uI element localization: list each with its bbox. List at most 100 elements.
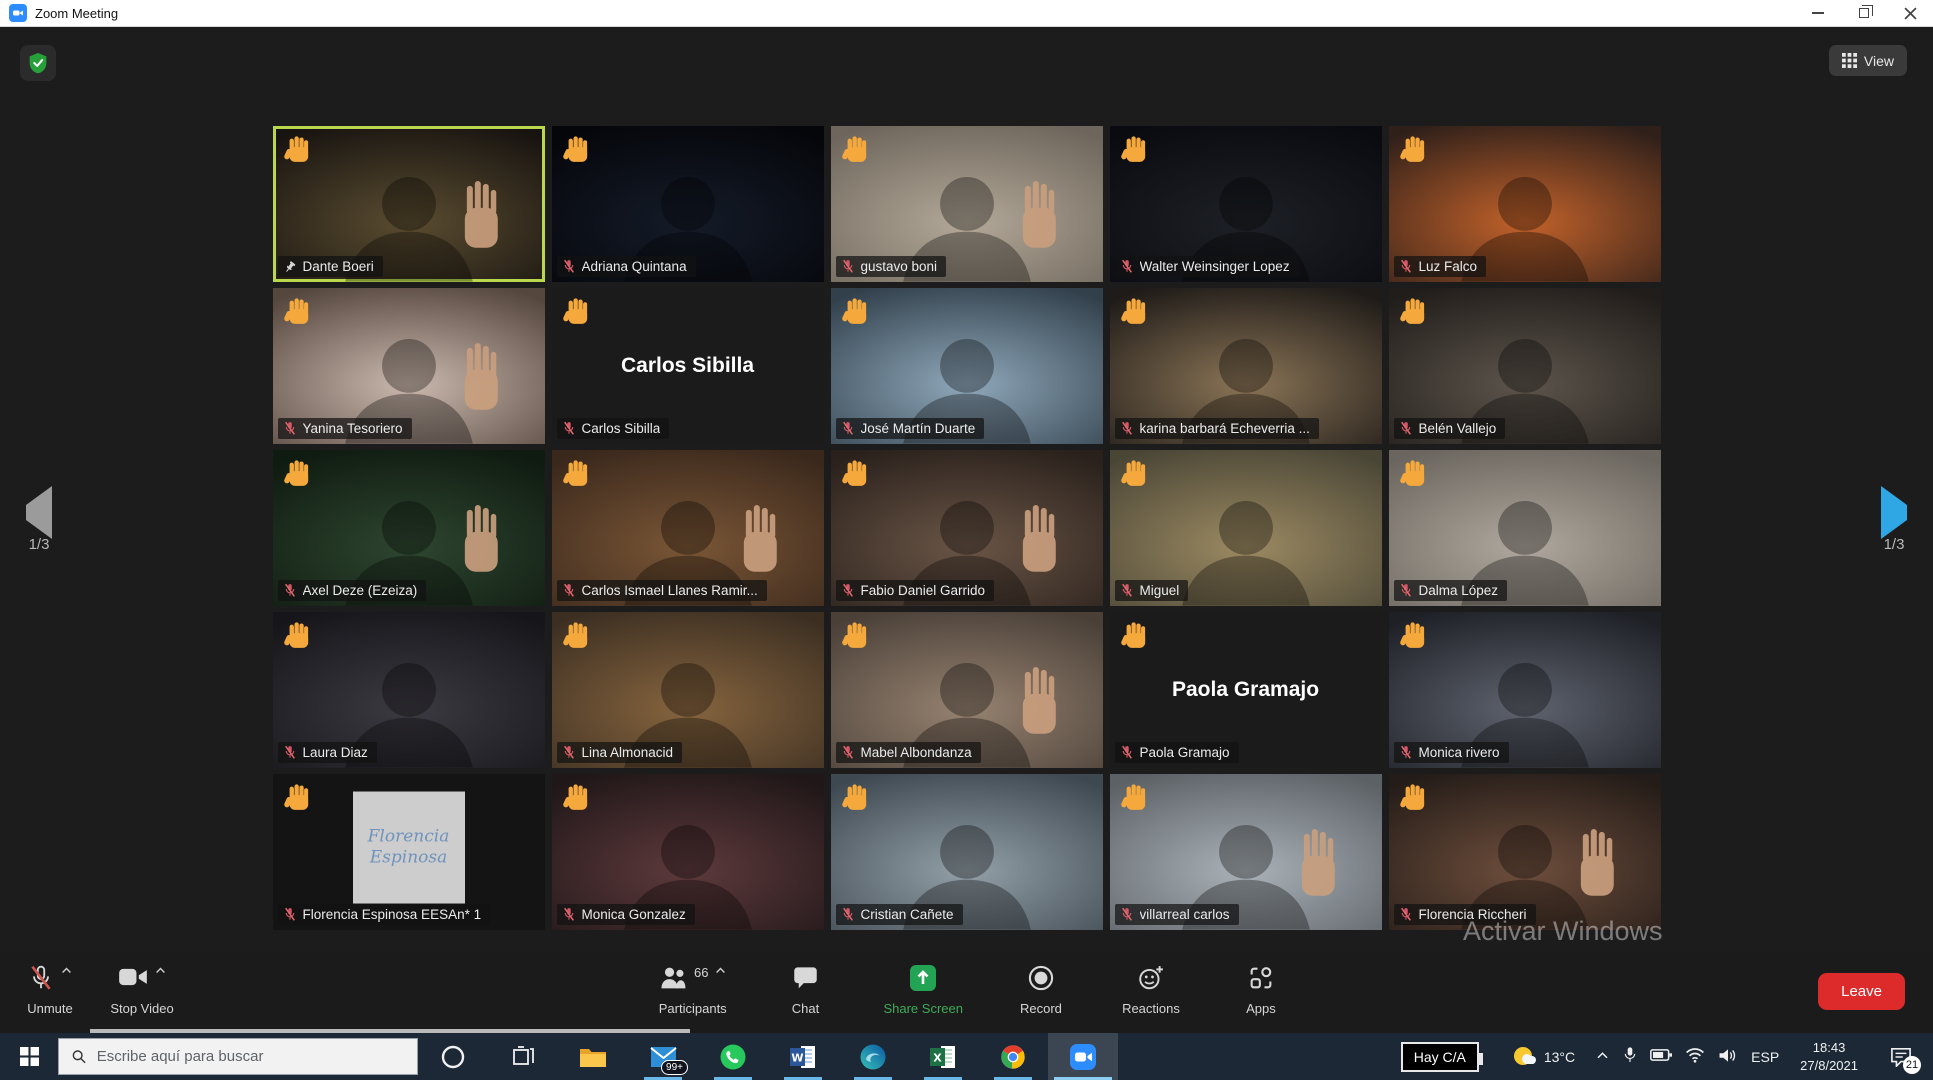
- participant-tile[interactable]: Paola Gramajo Paola Gramajo: [1110, 612, 1382, 768]
- unmute-button[interactable]: Unmute: [18, 953, 82, 1033]
- start-button[interactable]: [0, 1033, 58, 1080]
- raised-hand-icon: [562, 458, 593, 489]
- raised-hand-icon: [1399, 296, 1430, 327]
- unmute-options-caret[interactable]: [60, 964, 73, 977]
- tray-wifi-icon[interactable]: [1685, 1047, 1705, 1066]
- participant-tile[interactable]: Lina Almonacid: [552, 612, 824, 768]
- view-button[interactable]: View: [1829, 45, 1907, 76]
- muted-mic-icon: [562, 745, 576, 760]
- language-indicator[interactable]: ESP: [1751, 1049, 1779, 1065]
- participant-name: Dante Boeri: [303, 259, 374, 274]
- encryption-shield-icon[interactable]: [20, 45, 56, 81]
- participant-tile[interactable]: Dante Boeri: [273, 126, 545, 282]
- participant-name: Belén Vallejo: [1419, 421, 1497, 436]
- muted-microphone-icon: [28, 964, 54, 992]
- video-options-caret[interactable]: [154, 964, 167, 977]
- raised-hand-icon: [562, 782, 593, 813]
- participant-tile[interactable]: José Martín Duarte: [831, 288, 1103, 444]
- taskbar-search[interactable]: [58, 1038, 418, 1075]
- participant-tile[interactable]: Florencia Espinosa Florencia Espinosa EE…: [273, 774, 545, 930]
- chat-button[interactable]: Chat: [773, 953, 837, 1033]
- participant-name: Yanina Tesoriero: [303, 421, 403, 436]
- participant-nameplate: Laura Diaz: [278, 742, 377, 763]
- participant-tile[interactable]: Carlos Ismael Llanes Ramir...: [552, 450, 824, 606]
- previous-page-button[interactable]: [26, 505, 52, 520]
- participant-tile[interactable]: Luz Falco: [1389, 126, 1661, 282]
- participant-tile[interactable]: villarreal carlos: [1110, 774, 1382, 930]
- participant-tile[interactable]: Mabel Albondanza: [831, 612, 1103, 768]
- participant-tile[interactable]: Walter Weinsinger Lopez: [1110, 126, 1382, 282]
- next-page-button[interactable]: [1881, 505, 1907, 520]
- mail-icon[interactable]: 99+: [628, 1033, 698, 1080]
- participant-name: Monica rivero: [1419, 745, 1500, 760]
- muted-mic-icon: [1399, 745, 1413, 760]
- participant-tile[interactable]: Yanina Tesoriero: [273, 288, 545, 444]
- weather-widget[interactable]: 13°C: [1501, 1033, 1585, 1080]
- cortana-button[interactable]: [418, 1033, 488, 1080]
- reactions-button[interactable]: Reactions: [1119, 953, 1183, 1033]
- mail-unread-badge: 99+: [661, 1060, 688, 1075]
- participant-name: Lina Almonacid: [582, 745, 674, 760]
- participant-tile[interactable]: Dalma López: [1389, 450, 1661, 606]
- task-view-button[interactable]: [488, 1033, 558, 1080]
- minimize-button[interactable]: [1795, 0, 1841, 26]
- participant-tile[interactable]: Carlos Sibilla Carlos Sibilla: [552, 288, 824, 444]
- zoom-app-icon: [9, 4, 27, 22]
- stop-video-button[interactable]: Stop Video: [110, 953, 174, 1033]
- tray-expand-icon[interactable]: [1595, 1048, 1610, 1066]
- participant-tile[interactable]: gustavo boni: [831, 126, 1103, 282]
- page-indicator-right: 1/3: [1884, 536, 1905, 553]
- participant-tile[interactable]: Monica Gonzalez: [552, 774, 824, 930]
- muted-mic-icon: [1120, 745, 1134, 760]
- chrome-icon[interactable]: [978, 1033, 1048, 1080]
- restore-button[interactable]: [1841, 0, 1887, 26]
- participant-tile[interactable]: Monica rivero: [1389, 612, 1661, 768]
- tray-battery-icon[interactable]: [1650, 1047, 1672, 1066]
- participant-tile[interactable]: karina barbará Echeverria ...: [1110, 288, 1382, 444]
- participant-nameplate: Belén Vallejo: [1394, 418, 1506, 439]
- participant-nameplate: Walter Weinsinger Lopez: [1115, 256, 1299, 277]
- participant-nameplate: Axel Deze (Ezeiza): [278, 580, 427, 601]
- raised-hand-icon: [1399, 620, 1430, 651]
- leave-button[interactable]: Leave: [1818, 973, 1905, 1010]
- participant-tile[interactable]: Axel Deze (Ezeiza): [273, 450, 545, 606]
- raised-hand-icon: [1120, 134, 1151, 165]
- tray-microphone-icon[interactable]: [1623, 1046, 1637, 1067]
- record-button[interactable]: Record: [1009, 953, 1073, 1033]
- participants-caret[interactable]: [714, 964, 727, 977]
- muted-mic-icon: [283, 583, 297, 598]
- participant-tile[interactable]: Laura Diaz: [273, 612, 545, 768]
- clock[interactable]: 18:43 27/8/2021: [1792, 1039, 1866, 1074]
- raised-hand-icon: [283, 134, 314, 165]
- participants-count: 66: [694, 965, 708, 980]
- participant-nameplate: Adriana Quintana: [557, 256, 696, 277]
- close-button[interactable]: [1887, 0, 1933, 26]
- raised-hand-icon: [841, 296, 872, 327]
- participant-tile[interactable]: Belén Vallejo: [1389, 288, 1661, 444]
- participant-name: Fabio Daniel Garrido: [861, 583, 986, 598]
- participant-tile[interactable]: Miguel: [1110, 450, 1382, 606]
- participant-nameplate: Paola Gramajo: [1115, 742, 1239, 763]
- file-explorer-icon[interactable]: [558, 1033, 628, 1080]
- reactions-smiley-icon: [1137, 964, 1165, 992]
- zoom-taskbar-icon[interactable]: [1048, 1033, 1118, 1080]
- word-icon[interactable]: W: [768, 1033, 838, 1080]
- edge-icon[interactable]: [838, 1033, 908, 1080]
- participant-nameplate: Lina Almonacid: [557, 742, 683, 763]
- excel-icon[interactable]: X: [908, 1033, 978, 1080]
- search-input[interactable]: [97, 1048, 405, 1065]
- window-title: Zoom Meeting: [35, 6, 118, 21]
- share-screen-button[interactable]: Share Screen: [883, 953, 963, 1033]
- participant-tile[interactable]: Fabio Daniel Garrido: [831, 450, 1103, 606]
- participant-nameplate: villarreal carlos: [1115, 904, 1239, 925]
- participant-tile[interactable]: Adriana Quintana: [552, 126, 824, 282]
- cortana-icon: [440, 1044, 466, 1070]
- participant-tile[interactable]: Florencia Riccheri: [1389, 774, 1661, 930]
- tray-volume-icon[interactable]: [1718, 1047, 1738, 1067]
- action-center-icon[interactable]: 21: [1879, 1033, 1923, 1080]
- apps-button[interactable]: Apps: [1229, 953, 1293, 1033]
- participant-tile[interactable]: Cristian Cañete: [831, 774, 1103, 930]
- participants-button[interactable]: 66 Participants: [658, 953, 727, 1033]
- muted-mic-icon: [562, 907, 576, 922]
- whatsapp-icon[interactable]: [698, 1033, 768, 1080]
